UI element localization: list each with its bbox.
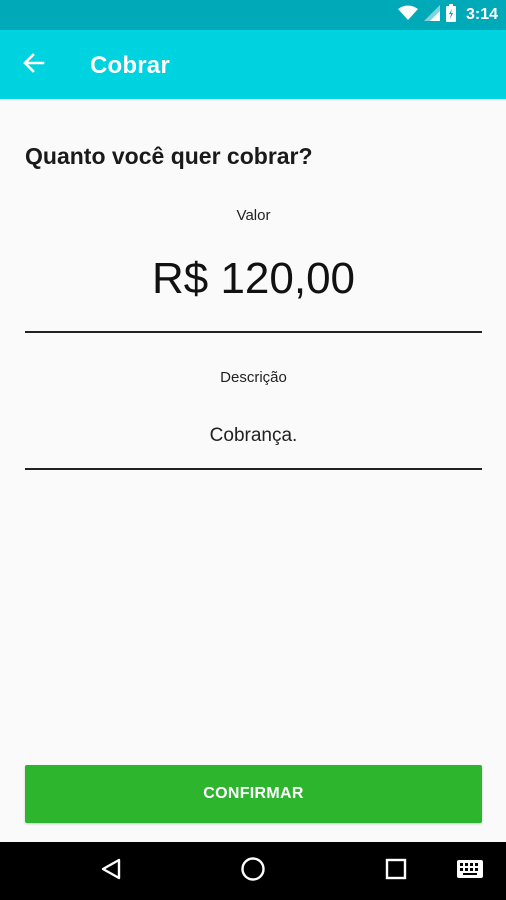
nav-keyboard-button[interactable] (454, 856, 486, 886)
signal-icon (423, 4, 440, 26)
descricao-label: Descrição (220, 369, 287, 386)
recents-square-icon (385, 858, 407, 885)
back-triangle-icon (100, 858, 122, 885)
navigation-bar (0, 842, 506, 900)
keyboard-icon (457, 859, 483, 883)
app-bar: Cobrar (0, 30, 506, 99)
descricao-input[interactable] (25, 417, 482, 470)
status-icons: 3:14 (397, 0, 498, 30)
nav-back-button[interactable] (96, 856, 126, 886)
confirm-button[interactable]: CONFIRMAR (25, 765, 482, 823)
main-content: Quanto você quer cobrar? Valor Descrição… (0, 99, 506, 842)
arrow-left-icon (23, 52, 45, 79)
status-bar: 3:14 (0, 0, 506, 30)
valor-label: Valor (236, 207, 271, 224)
battery-icon (445, 3, 456, 27)
nav-home-button[interactable] (238, 856, 268, 886)
home-circle-icon (240, 856, 266, 887)
wifi-icon (397, 5, 418, 26)
nav-recents-button[interactable] (381, 856, 411, 886)
page-question: Quanto você quer cobrar? (25, 143, 313, 169)
valor-input[interactable] (25, 247, 482, 333)
app-title: Cobrar (90, 52, 170, 79)
status-time: 3:14 (465, 6, 498, 23)
back-button[interactable] (14, 45, 54, 85)
